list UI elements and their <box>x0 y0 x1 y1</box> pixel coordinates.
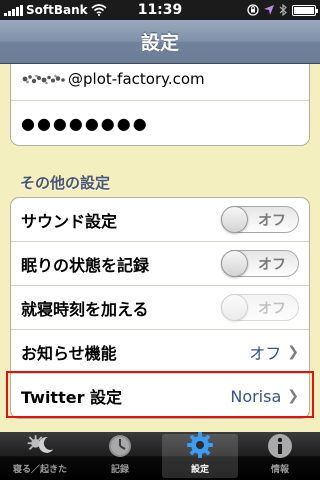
add-bedtime-toggle[interactable]: オフ <box>221 294 299 321</box>
page-title: 設定 <box>140 32 179 54</box>
signal-icon <box>4 4 23 16</box>
settings-content[interactable]: @plot-factory.com ●●●●●●●● その他の設定 サウンド設定… <box>0 64 320 432</box>
sun-moon-icon <box>25 430 55 460</box>
record-sleep-state-row: 眠りの状態を記録 オフ <box>11 242 309 286</box>
navigation-bar: 設定 <box>0 20 320 64</box>
section-header-other-settings: その他の設定 <box>20 174 111 192</box>
twitter-setting-label: Twitter 設定 <box>21 388 123 407</box>
password-mask: ●●●●●●●● <box>21 113 149 133</box>
record-sleep-state-label: 眠りの状態を記録 <box>21 255 150 275</box>
bluetooth-icon <box>279 4 287 16</box>
record-sleep-state-toggle[interactable]: オフ <box>221 250 299 277</box>
sound-setting-row: サウンド設定 オフ <box>11 198 309 242</box>
other-settings-group: サウンド設定 オフ 眠りの状態を記録 オフ 就寝時刻を加える オフ お知らせ機能… <box>10 197 310 419</box>
obscured-username <box>22 74 65 84</box>
tab-label: 寝る／起きた <box>12 465 67 475</box>
toggle-knob <box>221 206 248 233</box>
tab-info[interactable]: 情報 <box>242 434 318 478</box>
add-bedtime-label: 就寝時刻を加える <box>21 299 149 319</box>
tab-records[interactable]: 記録 <box>82 434 158 478</box>
tab-sleep-wake[interactable]: 寝る／起きた <box>2 434 78 478</box>
twitter-account-value: Norisa <box>230 386 282 406</box>
sound-setting-label: サウンド設定 <box>21 211 118 231</box>
toggle-state: オフ <box>258 212 286 229</box>
add-bedtime-row: 就寝時刻を加える オフ <box>11 286 309 330</box>
tab-label: 設定 <box>190 465 209 475</box>
toggle-knob <box>221 294 248 321</box>
clock-icon <box>105 432 135 460</box>
notification-row[interactable]: お知らせ機能 オフ ❯ <box>11 330 309 374</box>
email-field[interactable]: @plot-factory.com <box>11 64 309 101</box>
tab-settings[interactable]: 設定 <box>162 432 238 478</box>
account-group: @plot-factory.com ●●●●●●●● <box>10 64 310 146</box>
rotation-lock-icon <box>247 4 259 16</box>
sound-toggle[interactable]: オフ <box>221 206 299 233</box>
gear-icon <box>185 430 215 460</box>
toggle-knob <box>221 250 248 277</box>
status-time: 11:39 <box>137 2 183 18</box>
tab-bar: 寝る／起きた 記録 設定 情報 <box>0 432 320 480</box>
notification-value: オフ <box>249 343 282 363</box>
password-field[interactable]: ●●●●●●●● <box>11 101 309 145</box>
toggle-state: オフ <box>258 256 286 273</box>
battery-icon <box>292 4 318 16</box>
location-arrow-icon <box>264 5 274 15</box>
email-domain: @plot-factory.com <box>68 69 205 88</box>
wifi-icon <box>91 4 107 16</box>
carrier-name: SoftBank <box>26 3 88 17</box>
status-bar: SoftBank 11:39 <box>0 0 320 20</box>
notification-label: お知らせ機能 <box>21 343 117 363</box>
info-icon <box>265 432 295 460</box>
twitter-setting-row[interactable]: Twitter 設定 Norisa ❯ <box>11 374 309 418</box>
chevron-right-icon: ❯ <box>287 343 299 360</box>
tab-label: 記録 <box>110 465 129 475</box>
chevron-right-icon: ❯ <box>287 388 299 404</box>
toggle-state: オフ <box>258 300 286 317</box>
tab-label: 情報 <box>270 465 289 475</box>
